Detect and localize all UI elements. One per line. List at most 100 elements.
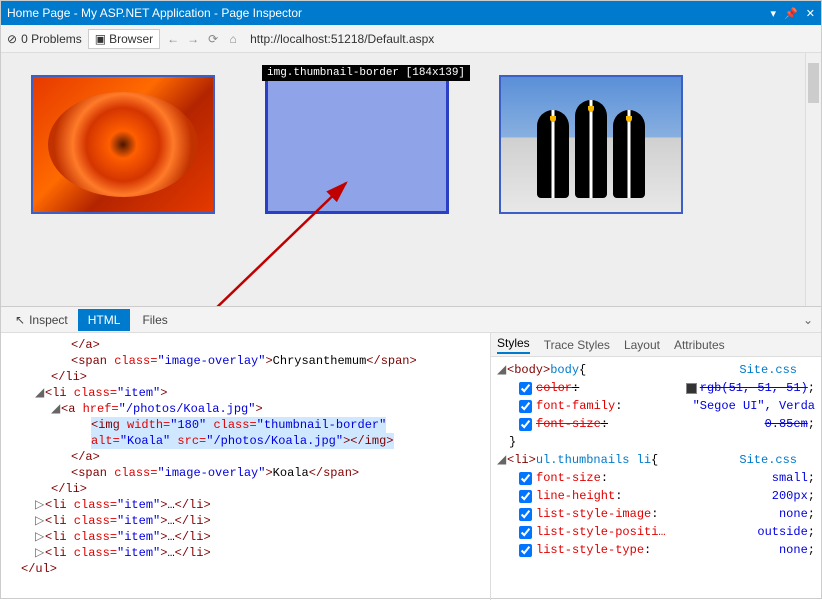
tab-attributes[interactable]: Attributes	[674, 338, 725, 352]
browser-label: Browser	[109, 32, 153, 46]
val: "image-overlay"	[157, 466, 265, 480]
tag: <li	[45, 546, 67, 560]
tag: >	[255, 402, 262, 416]
tree-expand-icon[interactable]: ▷	[35, 513, 45, 529]
css-prop[interactable]: list-style-type	[536, 541, 644, 559]
text: …	[167, 498, 174, 512]
dev-panels: </a> <span class="image-overlay">Chrysan…	[1, 333, 821, 600]
refresh-icon[interactable]: ⟳	[206, 32, 220, 46]
thumbnail-penguins[interactable]	[499, 75, 683, 214]
prop-checkbox[interactable]	[519, 490, 532, 503]
val: "item"	[117, 546, 160, 560]
toolbar: ⊘ 0 Problems ▣ Browser ← → ⟳ ⌂ http://lo…	[1, 25, 821, 53]
tag: </li>	[51, 370, 87, 384]
nav-buttons: ← → ⟳ ⌂	[166, 32, 240, 46]
window-controls: ▾ 📌 ✕	[771, 7, 815, 20]
prop-checkbox[interactable]	[519, 400, 532, 413]
back-icon[interactable]: ←	[166, 32, 180, 46]
inspect-button[interactable]: ↖ Inspect	[7, 310, 76, 330]
window-title: Home Page - My ASP.NET Application - Pag…	[7, 6, 302, 20]
text: Koala	[273, 466, 309, 480]
penguin-shape	[575, 100, 607, 198]
tab-files[interactable]: Files	[132, 309, 177, 331]
tree-collapse-icon[interactable]: ◢	[51, 401, 61, 417]
html-tree-panel[interactable]: </a> <span class="image-overlay">Chrysan…	[1, 333, 491, 600]
attr: class=	[107, 466, 157, 480]
text: …	[167, 530, 174, 544]
forward-icon[interactable]: →	[186, 32, 200, 46]
home-icon[interactable]: ⌂	[226, 32, 240, 46]
val: "item"	[117, 498, 160, 512]
prop-checkbox[interactable]	[519, 544, 532, 557]
tab-html[interactable]: HTML	[78, 309, 131, 331]
prop-checkbox[interactable]	[519, 418, 532, 431]
prop-checkbox[interactable]	[519, 472, 532, 485]
dropdown-icon[interactable]: ▾	[771, 7, 777, 20]
attr: class=	[67, 514, 117, 528]
browser-preview: img.thumbnail-border [184x139]	[1, 53, 821, 307]
css-value[interactable]: rgb(51, 51, 51)	[700, 379, 808, 397]
color-swatch[interactable]	[686, 383, 697, 394]
css-value[interactable]: none	[779, 541, 808, 559]
tree-expand-icon[interactable]: ▷	[35, 497, 45, 513]
attr: alt=	[91, 434, 120, 448]
penguin-shape	[613, 110, 645, 198]
browser-toggle-button[interactable]: ▣ Browser	[88, 29, 160, 49]
attr: src=	[170, 434, 206, 448]
problems-text: 0 Problems	[21, 32, 82, 46]
tag: </li>	[175, 514, 211, 528]
thumbnail-chrysanthemum[interactable]	[31, 75, 215, 214]
css-value[interactable]: "Segoe UI", Verda	[693, 397, 815, 415]
pin-icon[interactable]: 📌	[784, 7, 798, 20]
tree-expand-icon[interactable]: ▷	[35, 545, 45, 561]
source-link[interactable]: Site.css	[739, 361, 815, 379]
text: …	[167, 514, 174, 528]
css-value[interactable]: outside	[757, 523, 807, 541]
css-prop[interactable]: font-family	[536, 397, 615, 415]
tree-expand-icon[interactable]: ▷	[35, 529, 45, 545]
tab-trace-styles[interactable]: Trace Styles	[544, 338, 610, 352]
rule-collapse-icon[interactable]: ◢	[497, 451, 507, 469]
tree-collapse-icon[interactable]: ◢	[35, 385, 45, 401]
css-value[interactable]: none	[779, 505, 808, 523]
val: "item"	[117, 386, 160, 400]
address-bar[interactable]: http://localhost:51218/Default.aspx	[246, 30, 815, 48]
selector-raw: <body>	[507, 361, 550, 379]
css-prop[interactable]: list-style-image	[536, 505, 651, 523]
inspector-tab-bar: ↖ Inspect HTML Files ⌄	[1, 307, 821, 333]
css-prop[interactable]: font-size	[536, 469, 601, 487]
problems-indicator[interactable]: ⊘ 0 Problems	[7, 32, 82, 46]
tag: <li	[45, 530, 67, 544]
styles-rules[interactable]: ◢<body> body {Site.css color:rgb(51, 51,…	[491, 357, 821, 600]
prop-checkbox[interactable]	[519, 508, 532, 521]
css-prop[interactable]: line-height	[536, 487, 615, 505]
attr: class=	[67, 530, 117, 544]
scrollbar-thumb[interactable]	[808, 63, 819, 103]
prop-checkbox[interactable]	[519, 382, 532, 395]
tab-layout[interactable]: Layout	[624, 338, 660, 352]
css-prop[interactable]: color	[536, 379, 572, 397]
prop-checkbox[interactable]	[519, 526, 532, 539]
close-icon[interactable]: ✕	[806, 7, 815, 20]
expand-icon[interactable]: ⌄	[803, 313, 813, 327]
attr: class=	[67, 546, 117, 560]
tag: </img>	[350, 434, 393, 448]
tag: >	[160, 386, 167, 400]
rule-collapse-icon[interactable]: ◢	[497, 361, 507, 379]
tag: <li	[45, 498, 67, 512]
vertical-scrollbar[interactable]	[805, 53, 821, 306]
tag: </span>	[366, 354, 416, 368]
css-prop[interactable]: list-style-positi…	[536, 523, 666, 541]
thumbnail-koala-highlighted[interactable]	[265, 75, 449, 214]
css-value[interactable]: 0.85em	[765, 415, 808, 433]
tag: </li>	[175, 498, 211, 512]
css-value[interactable]: small	[772, 469, 808, 487]
css-value[interactable]: 200px	[772, 487, 808, 505]
css-prop[interactable]: font-size	[536, 415, 601, 433]
source-link[interactable]: Site.css	[739, 451, 815, 469]
inspect-cursor-icon: ↖	[15, 313, 25, 327]
tab-styles[interactable]: Styles	[497, 336, 530, 354]
tag: >	[265, 466, 272, 480]
val: "/photos/Koala.jpg"	[206, 434, 343, 448]
penguin-shape	[537, 110, 569, 198]
